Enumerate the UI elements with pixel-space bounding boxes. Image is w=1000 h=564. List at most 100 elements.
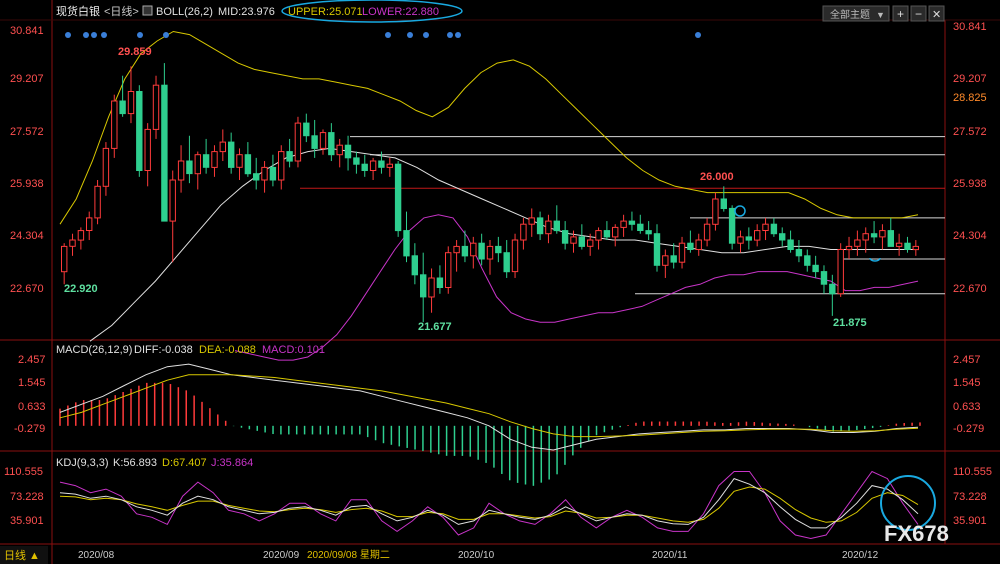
candle-body — [161, 84, 168, 222]
candle-body — [344, 144, 352, 159]
period-toggle-label[interactable]: 日线 ▲ — [4, 548, 40, 562]
kdj-title: KDJ(9,3,3) — [56, 457, 109, 469]
candle-body — [136, 91, 143, 171]
candle-body — [236, 154, 243, 168]
signal-dot — [101, 32, 107, 38]
signal-dot — [455, 32, 461, 38]
price-tick-label: 30.841 — [10, 25, 44, 37]
period-toggle-button[interactable]: 日线 ▲ — [0, 546, 48, 564]
candle-body — [428, 277, 435, 298]
candle-body — [754, 230, 761, 241]
macd-diff-value: DIFF:-0.038 — [134, 344, 193, 356]
candle-body — [186, 160, 193, 175]
boll-lower-value: LOWER:22.880 — [362, 6, 439, 18]
price-tick-label: 27.572 — [953, 126, 987, 138]
candle-body — [152, 84, 160, 130]
macd-dea-value: DEA:-0.088 — [199, 344, 256, 356]
candle-body — [386, 163, 394, 168]
candle-body — [394, 163, 402, 232]
low-annotation: 22.920 — [64, 283, 98, 295]
candle-body — [328, 132, 335, 156]
candle-body — [353, 157, 360, 165]
candle-body — [578, 236, 585, 247]
candle-body — [845, 245, 853, 251]
candle-body — [820, 271, 828, 285]
boll-indicator-name: BOLL(26,2) — [156, 6, 213, 18]
candle-body — [202, 154, 210, 168]
macd-tick-label: 0.633 — [953, 401, 981, 413]
candle-body — [653, 233, 661, 266]
price-tick-label: 29.207 — [10, 73, 44, 85]
period-label[interactable]: <日线> — [104, 4, 139, 18]
candle-body — [511, 239, 519, 273]
candle-body — [286, 151, 293, 162]
candle-body — [762, 223, 769, 231]
candle-body — [728, 207, 736, 244]
candle-body — [595, 230, 602, 241]
candle-body — [445, 252, 452, 288]
candle-body — [261, 166, 268, 181]
candle-body — [411, 255, 419, 276]
candle-body — [69, 239, 76, 247]
candle-body — [403, 230, 410, 257]
boll-upper-value: UPPER:25.071 — [288, 6, 363, 18]
chevron-down-icon[interactable]: ▼ — [876, 10, 885, 20]
kdj-tick-label: 73.228 — [953, 491, 987, 503]
candle-body — [837, 249, 844, 295]
plus-icon[interactable]: + — [897, 7, 904, 21]
kdj-tick-label: 35.901 — [953, 515, 987, 527]
kdj-tick-label: 73.228 — [10, 491, 44, 503]
candle-body — [536, 217, 544, 235]
signal-dot — [407, 32, 413, 38]
macd-tick-label: 1.545 — [18, 377, 46, 389]
candle-body — [461, 245, 469, 257]
high-annotation: 29.859 — [118, 46, 152, 58]
candle-body — [745, 236, 752, 241]
candle-body — [862, 233, 869, 241]
kdj-d-value: D:67.407 — [162, 457, 207, 469]
price-tick-label: 27.572 — [10, 126, 44, 138]
candle-body — [770, 223, 778, 235]
low-annotation: 21.677 — [418, 321, 452, 333]
candle-body — [695, 239, 702, 250]
candle-body — [169, 179, 176, 222]
candle-body — [278, 151, 285, 181]
signal-dot — [447, 32, 453, 38]
candle-body — [687, 242, 694, 250]
candle-body — [520, 223, 527, 241]
candle-body — [912, 245, 919, 251]
close-icon[interactable]: ✕ — [932, 9, 941, 21]
month-label: 2020/12 — [842, 550, 879, 561]
candle-body — [720, 198, 727, 209]
candle-body — [453, 245, 460, 254]
minus-icon[interactable]: − — [915, 7, 922, 21]
boll-mid-value: MID:23.976 — [218, 6, 275, 18]
candle-body — [495, 245, 502, 254]
kdj-tick-label: 110.555 — [4, 466, 43, 478]
candle-body — [804, 255, 811, 266]
zoom-out-button[interactable]: − — [910, 5, 927, 22]
candle-body — [336, 144, 343, 156]
candle-body — [86, 217, 93, 231]
macd-tick-label: 2.457 — [953, 354, 981, 366]
candle-body — [645, 230, 652, 235]
signal-dot — [695, 32, 701, 38]
close-chart-button[interactable]: ✕ — [928, 5, 945, 22]
kdj-tick-label: 110.555 — [953, 466, 992, 478]
candle-body — [269, 166, 277, 181]
boll-indicator-icon — [142, 5, 153, 16]
signal-dot — [65, 32, 71, 38]
candle-body — [854, 239, 861, 247]
candle-body — [603, 230, 611, 238]
signal-dot — [91, 32, 97, 38]
theme-select[interactable]: 全部主题 ▼ — [822, 5, 890, 22]
cursor-date-label: 2020/09/08 星期二 — [307, 549, 390, 561]
month-label: 2020/10 — [458, 550, 495, 561]
low-annotation: 21.875 — [833, 317, 867, 329]
candle-body — [561, 230, 569, 244]
theme-select-label[interactable]: 全部主题 — [830, 8, 870, 21]
candle-body — [637, 223, 644, 231]
zoom-in-button[interactable]: + — [892, 5, 909, 22]
candle-body — [294, 122, 302, 162]
candle-body — [486, 245, 494, 260]
